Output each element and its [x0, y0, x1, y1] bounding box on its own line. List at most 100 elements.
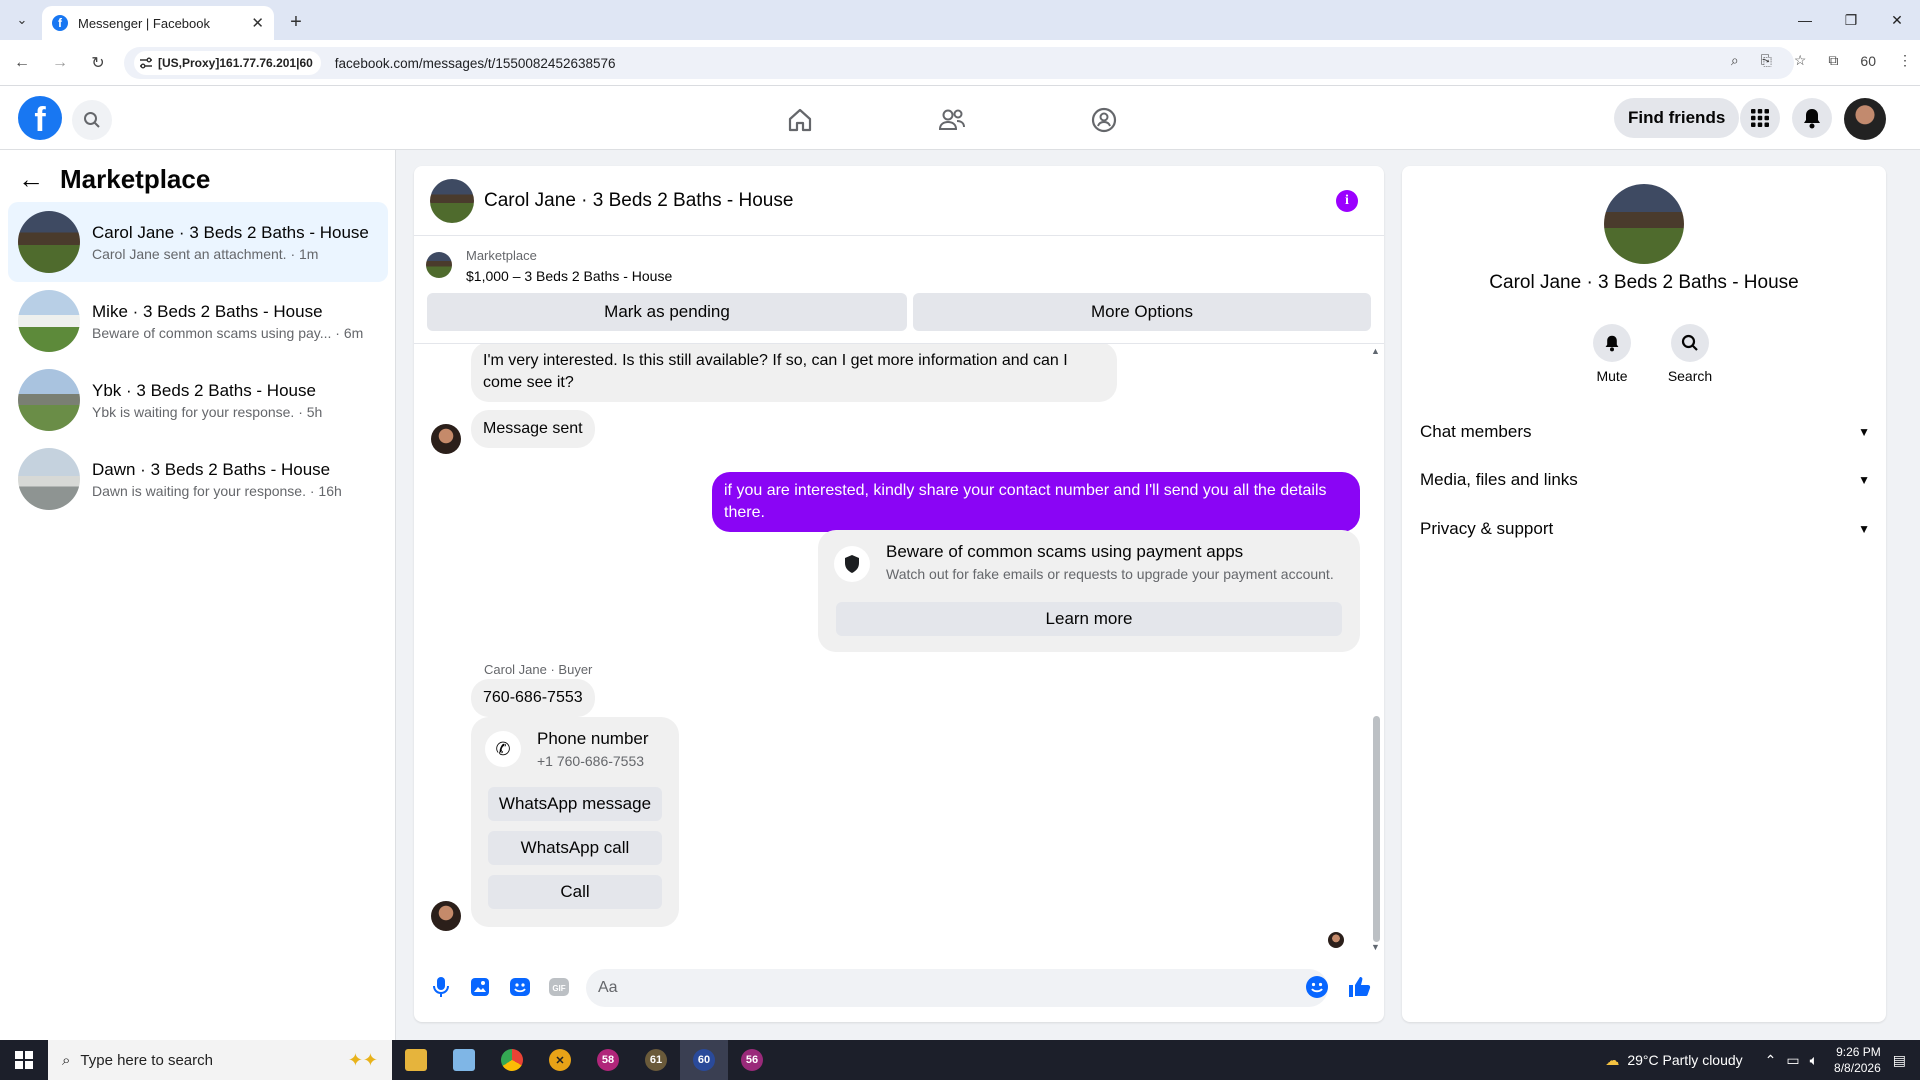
chevron-up-icon[interactable]: ⌃	[1765, 1052, 1777, 1069]
privacy-support-section[interactable]: Privacy & support ▼	[1420, 509, 1870, 549]
tune-icon	[140, 57, 152, 69]
minimize-icon[interactable]: —	[1782, 0, 1828, 40]
info-icon[interactable]: i	[1336, 190, 1358, 212]
incoming-message: Message sent	[471, 410, 595, 448]
read-receipt-avatar	[1328, 932, 1344, 948]
friends-nav-icon[interactable]	[932, 100, 972, 140]
whatsapp-message-button[interactable]: WhatsApp message	[488, 787, 662, 821]
scrollbar-thumb[interactable]	[1373, 716, 1380, 942]
notepad-icon[interactable]	[440, 1040, 488, 1080]
site-info-chip[interactable]: [US,Proxy]161.77.76.201|60	[134, 51, 321, 75]
windows-start-icon[interactable]	[0, 1040, 48, 1080]
photo-icon[interactable]	[467, 974, 493, 1000]
system-tray: ☁ 29°C Partly cloudy ⌃ ▭ 🔈︎ 9:26 PM 8/8/…	[1605, 1040, 1920, 1080]
home-nav-icon[interactable]	[780, 100, 820, 140]
browser-profile-icon[interactable]: 61	[632, 1040, 680, 1080]
zoom-icon[interactable]: ⌕	[1731, 52, 1739, 69]
conversation-preview: Carol Jane sent an attachment. · 1m	[92, 245, 319, 262]
browser-profile-icon[interactable]: 56	[728, 1040, 776, 1080]
message-scrollbar[interactable]: ▲ ▼	[1370, 344, 1382, 954]
search-icon: ⌕	[62, 1051, 71, 1069]
conversation-name: Ybk · 3 Beds 2 Baths - House	[92, 380, 316, 400]
tab-title: Messenger | Facebook	[78, 15, 210, 31]
volume-icon[interactable]: 🔈︎	[1810, 1052, 1818, 1069]
tab-list-icon[interactable]: ⌄	[8, 6, 36, 34]
scroll-down-icon[interactable]: ▼	[1371, 942, 1380, 952]
new-tab-icon[interactable]: +	[282, 8, 310, 36]
mute-label: Mute	[1596, 368, 1628, 384]
forward-icon[interactable]: →	[44, 47, 76, 79]
find-friends-button[interactable]: Find friends	[1614, 98, 1740, 138]
chat-members-section[interactable]: Chat members ▼	[1420, 412, 1870, 452]
more-options-button[interactable]: More Options	[913, 293, 1371, 331]
shield-icon	[834, 546, 870, 582]
message-input[interactable]: Aa	[586, 969, 1328, 1007]
conversation-name: Dawn · 3 Beds 2 Baths - House	[92, 459, 331, 479]
microphone-icon[interactable]	[428, 974, 454, 1000]
sticker-icon[interactable]	[507, 974, 533, 1000]
conversation-item[interactable]: Dawn · 3 Beds 2 Baths - House Dawn is wa…	[8, 439, 388, 519]
reload-icon[interactable]: ↻	[82, 47, 114, 79]
search-label: Search	[1667, 368, 1713, 384]
listing-thumbnail	[18, 211, 80, 273]
browser-profile-icon[interactable]: 60	[680, 1040, 728, 1080]
thumbs-up-icon[interactable]	[1346, 974, 1372, 1000]
svg-text:GIF: GIF	[552, 984, 565, 993]
chrome-icon[interactable]	[488, 1040, 536, 1080]
clock[interactable]: 9:26 PM 8/8/2026	[1834, 1044, 1881, 1076]
address-bar[interactable]: [US,Proxy]161.77.76.201|60 facebook.com/…	[124, 47, 1794, 79]
clock-date: 8/8/2026	[1834, 1061, 1881, 1075]
conversation-item[interactable]: Ybk · 3 Beds 2 Baths - House Ybk is wait…	[8, 360, 388, 440]
bell-icon	[1593, 324, 1631, 362]
chat-avatar[interactable]	[430, 179, 474, 223]
app-x-icon[interactable]: ✕	[536, 1040, 584, 1080]
gif-icon[interactable]: GIF	[546, 974, 572, 1000]
taskbar-search[interactable]: ⌕ Type here to search ✦✦	[48, 1040, 392, 1080]
mute-button[interactable]: Mute	[1582, 324, 1642, 384]
emoji-icon[interactable]	[1304, 974, 1330, 1000]
profile-count[interactable]: 60	[1860, 53, 1876, 69]
menu-grid-icon[interactable]	[1740, 98, 1780, 138]
phone-number-card: ✆ Phone number +1 760-686-7553 WhatsApp …	[471, 717, 679, 927]
mark-as-pending-button[interactable]: Mark as pending	[427, 293, 907, 331]
close-window-icon[interactable]: ✕	[1874, 0, 1920, 40]
facebook-logo-icon[interactable]: f	[18, 96, 62, 140]
notification-center-icon[interactable]: ▤	[1893, 1052, 1906, 1069]
conversation-item[interactable]: Carol Jane · 3 Beds 2 Baths - House Caro…	[8, 202, 388, 282]
weather-icon[interactable]: ☁	[1605, 1052, 1619, 1069]
whatsapp-call-button[interactable]: WhatsApp call	[488, 831, 662, 865]
chat-header: Carol Jane · 3 Beds 2 Baths - House i	[414, 166, 1384, 236]
install-icon[interactable]: ⎘	[1761, 52, 1772, 69]
restore-icon[interactable]: ❐	[1828, 0, 1874, 40]
extensions-icon[interactable]: ⧉	[1828, 52, 1838, 69]
sender-avatar	[431, 901, 461, 931]
section-label: Media, files and links	[1420, 470, 1578, 489]
groups-nav-icon[interactable]	[1084, 100, 1124, 140]
bookmark-star-icon[interactable]: ☆	[1794, 52, 1807, 69]
search-in-conversation-button[interactable]: Search	[1660, 324, 1720, 384]
back-arrow-icon[interactable]: ←	[18, 164, 44, 195]
search-icon	[84, 112, 100, 128]
clock-time: 9:26 PM	[1836, 1045, 1881, 1059]
conversation-item[interactable]: Mike · 3 Beds 2 Baths - House Beware of …	[8, 281, 388, 361]
listing-price: $1,000 – 3 Beds 2 Baths - House	[466, 268, 673, 284]
back-icon[interactable]: ←	[6, 47, 38, 79]
call-button[interactable]: Call	[488, 875, 662, 909]
learn-more-button[interactable]: Learn more	[836, 602, 1342, 636]
account-avatar[interactable]	[1844, 98, 1886, 140]
file-explorer-icon[interactable]	[392, 1040, 440, 1080]
browser-tab-strip: ⌄ f Messenger | Facebook ✕ + — ❐ ✕	[0, 0, 1920, 40]
browser-tab[interactable]: f Messenger | Facebook ✕	[42, 6, 274, 40]
close-tab-icon[interactable]: ✕	[251, 14, 264, 32]
weather-text[interactable]: 29°C Partly cloudy	[1627, 1052, 1742, 1068]
network-icon[interactable]: ▭	[1786, 1052, 1799, 1069]
media-files-links-section[interactable]: Media, files and links ▼	[1420, 460, 1870, 500]
browser-profile-icon[interactable]: 58	[584, 1040, 632, 1080]
notifications-bell-icon[interactable]	[1792, 98, 1832, 138]
browser-menu-icon[interactable]: ⋮	[1898, 52, 1912, 69]
chat-title[interactable]: Carol Jane · 3 Beds 2 Baths - House	[484, 190, 793, 212]
phone-card-title: Phone number	[537, 729, 649, 748]
listing-summary[interactable]: Marketplace $1,000 – 3 Beds 2 Baths - Ho…	[426, 248, 672, 284]
scroll-up-icon[interactable]: ▲	[1371, 346, 1380, 356]
search-button[interactable]	[72, 100, 112, 140]
